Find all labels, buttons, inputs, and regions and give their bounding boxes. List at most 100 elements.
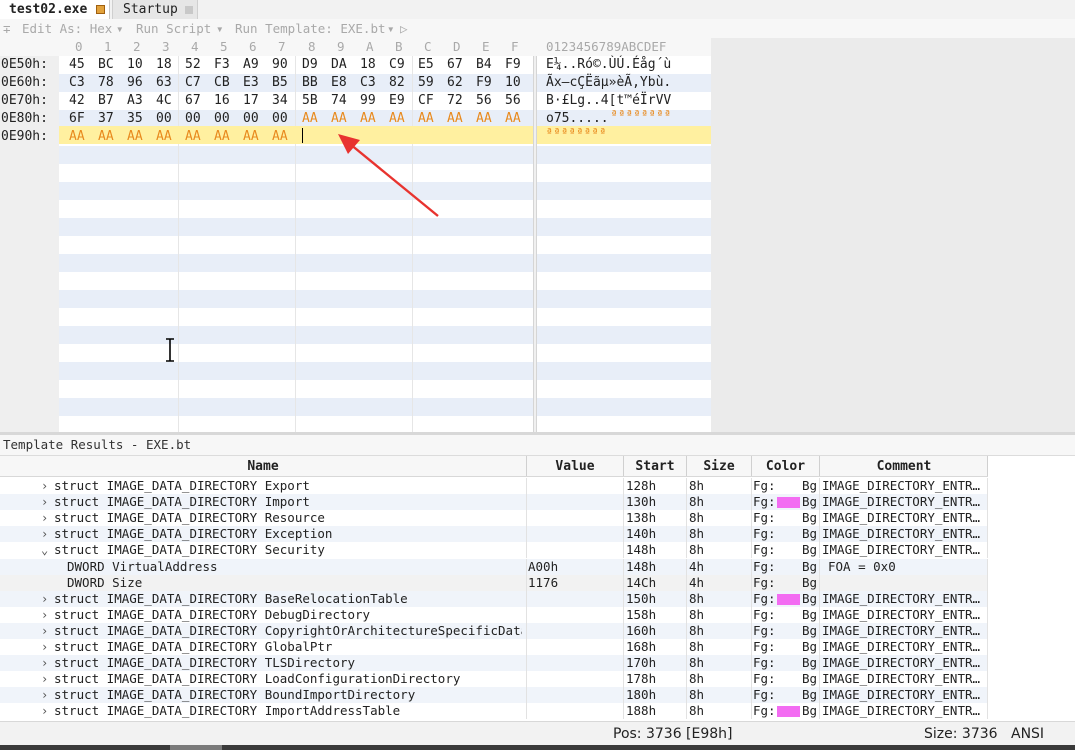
- hex-byte[interactable]: 74: [331, 92, 347, 110]
- chevron-right-icon[interactable]: ›: [41, 510, 48, 526]
- hex-byte[interactable]: 72: [447, 92, 463, 110]
- hex-byte[interactable]: 99: [360, 92, 376, 110]
- hex-byte[interactable]: AA: [185, 128, 201, 146]
- chevron-down-icon[interactable]: ▾: [116, 19, 124, 38]
- hex-byte[interactable]: 37: [98, 110, 114, 128]
- fg-color-swatch[interactable]: [777, 497, 800, 509]
- hex-byte[interactable]: 00: [214, 110, 230, 128]
- col-header-comment[interactable]: Comment: [820, 457, 988, 477]
- run-template-button[interactable]: Run Template: EXE.bt: [235, 19, 386, 38]
- hex-byte[interactable]: 82: [389, 74, 405, 92]
- chevron-right-icon[interactable]: ›: [41, 478, 48, 494]
- col-header-value[interactable]: Value: [527, 457, 623, 477]
- hex-byte[interactable]: 00: [156, 110, 172, 128]
- hex-byte[interactable]: 56: [476, 92, 492, 110]
- hex-byte[interactable]: 00: [185, 110, 201, 128]
- hex-byte[interactable]: DA: [331, 56, 347, 74]
- col-header-size[interactable]: Size: [687, 457, 751, 477]
- results-row[interactable]: › struct IMAGE_DATA_DIRECTORY Exception 14…: [0, 526, 988, 543]
- hex-byte[interactable]: 59: [418, 74, 434, 92]
- hex-byte[interactable]: 34: [272, 92, 288, 110]
- hex-byte[interactable]: C3: [69, 74, 85, 92]
- hex-byte[interactable]: 96: [127, 74, 143, 92]
- fg-color-swatch[interactable]: [777, 706, 800, 718]
- row-text-padding[interactable]: ªªªªªªªª: [546, 124, 607, 142]
- pin-icon[interactable]: ∓: [3, 19, 11, 38]
- chevron-right-icon[interactable]: ›: [41, 655, 48, 671]
- hex-byte[interactable]: 4C: [156, 92, 172, 110]
- chevron-down-icon[interactable]: ▾: [387, 19, 395, 38]
- hex-byte[interactable]: AA: [127, 128, 143, 146]
- chevron-right-icon[interactable]: ›: [41, 703, 48, 719]
- chevron-right-icon[interactable]: ›: [41, 687, 48, 703]
- hex-byte[interactable]: F9: [476, 74, 492, 92]
- hex-byte[interactable]: A9: [243, 56, 259, 74]
- hex-byte[interactable]: AA: [272, 128, 288, 146]
- hex-byte[interactable]: AA: [98, 128, 114, 146]
- hex-byte[interactable]: 78: [98, 74, 114, 92]
- hex-byte[interactable]: 63: [156, 74, 172, 92]
- results-row[interactable]: › struct IMAGE_DATA_DIRECTORY Export 128h 8…: [0, 478, 988, 494]
- hex-byte[interactable]: AA: [360, 110, 376, 128]
- hex-byte[interactable]: 5B: [302, 92, 318, 110]
- results-row[interactable]: › struct IMAGE_DATA_DIRECTORY BaseRelocat…: [0, 590, 988, 607]
- hex-byte[interactable]: 90: [272, 56, 288, 74]
- close-icon[interactable]: [185, 6, 193, 14]
- results-row[interactable]: › struct IMAGE_DATA_DIRECTORY DebugDirect…: [0, 606, 988, 623]
- hex-byte[interactable]: AA: [243, 128, 259, 146]
- run-script-button[interactable]: Run Script: [136, 19, 211, 38]
- hex-byte[interactable]: 00: [272, 110, 288, 128]
- hex-byte[interactable]: 10: [505, 74, 521, 92]
- hex-byte[interactable]: AA: [447, 110, 463, 128]
- results-row[interactable]: ⌄ struct IMAGE_DATA_DIRECTORY Security 148…: [0, 542, 988, 559]
- chevron-right-icon[interactable]: ›: [41, 591, 48, 607]
- hex-byte[interactable]: BB: [302, 74, 318, 92]
- chevron-right-icon[interactable]: ›: [41, 623, 48, 639]
- hex-byte[interactable]: F3: [214, 56, 230, 74]
- hex-byte[interactable]: A3: [127, 92, 143, 110]
- results-row[interactable]: DWORD VirtualAddress A00h 148h 4h Fg: Bg FOA =…: [0, 558, 988, 575]
- hex-byte[interactable]: B5: [272, 74, 288, 92]
- hex-byte[interactable]: 18: [360, 56, 376, 74]
- hex-byte[interactable]: 16: [214, 92, 230, 110]
- results-row[interactable]: › struct IMAGE_DATA_DIRECTORY BoundImport…: [0, 687, 988, 704]
- play-icon[interactable]: ▷: [400, 19, 408, 38]
- hex-byte[interactable]: 62: [447, 74, 463, 92]
- hex-byte[interactable]: E9: [389, 92, 405, 110]
- col-header-start[interactable]: Start: [624, 457, 686, 477]
- row-text[interactable]: E¼..Ró©.ÙÚ.Éåg´ù: [546, 56, 671, 74]
- hex-byte[interactable]: CF: [418, 92, 434, 110]
- results-row[interactable]: › struct IMAGE_DATA_DIRECTORY Import 130h 8…: [0, 494, 988, 511]
- hex-byte[interactable]: F9: [505, 56, 521, 74]
- hex-byte[interactable]: 45: [69, 56, 85, 74]
- chevron-right-icon[interactable]: ›: [41, 671, 48, 687]
- status-encoding[interactable]: ANSI: [1011, 722, 1044, 746]
- hex-byte[interactable]: 67: [185, 92, 201, 110]
- chevron-right-icon[interactable]: ›: [41, 607, 48, 623]
- hex-byte[interactable]: E5: [418, 56, 434, 74]
- hex-byte[interactable]: AA: [331, 110, 347, 128]
- row-text[interactable]: Ãx–cÇËãµ»èÃ‚Ybù.: [546, 74, 671, 92]
- results-row[interactable]: DWORD Size 1176 14Ch 4h Fg: Bg: [0, 574, 988, 591]
- hex-byte[interactable]: CB: [214, 74, 230, 92]
- col-header-color[interactable]: Color: [752, 457, 819, 477]
- hex-byte[interactable]: 35: [127, 110, 143, 128]
- hex-byte[interactable]: B7: [98, 92, 114, 110]
- hex-byte[interactable]: C3: [360, 74, 376, 92]
- hex-byte[interactable]: D9: [302, 56, 318, 74]
- fg-color-swatch[interactable]: [777, 593, 800, 605]
- hex-byte[interactable]: AA: [69, 128, 85, 146]
- results-row[interactable]: › struct IMAGE_DATA_DIRECTORY LoadConfigu…: [0, 671, 988, 688]
- hex-byte[interactable]: 42: [69, 92, 85, 110]
- chevron-right-icon[interactable]: ›: [41, 526, 48, 542]
- hex-byte[interactable]: AA: [476, 110, 492, 128]
- hex-byte[interactable]: 10: [127, 56, 143, 74]
- hex-byte[interactable]: 00: [243, 110, 259, 128]
- chevron-right-icon[interactable]: ›: [41, 494, 48, 510]
- results-row[interactable]: › struct IMAGE_DATA_DIRECTORY GlobalPtr 16…: [0, 639, 988, 655]
- hex-byte[interactable]: AA: [214, 128, 230, 146]
- results-row[interactable]: › struct IMAGE_DATA_DIRECTORY Resource 138…: [0, 510, 988, 527]
- row-text-padding[interactable]: ªªªªªªªª: [611, 106, 672, 124]
- hex-byte[interactable]: 56: [505, 92, 521, 110]
- tab-test02-exe[interactable]: test02.exe: [0, 0, 110, 19]
